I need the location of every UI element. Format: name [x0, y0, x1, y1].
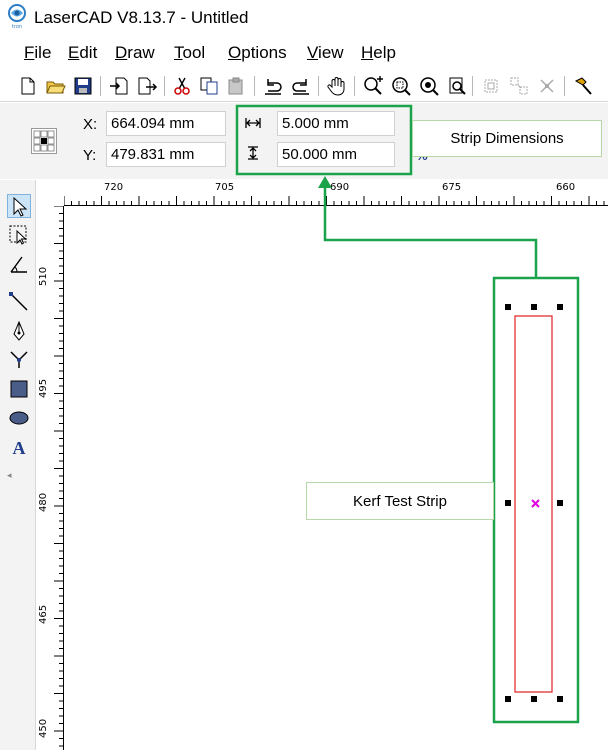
ruler-label-v: 465 — [38, 604, 49, 624]
toolbar-separator — [254, 76, 255, 96]
ruler-label-h: 675 — [442, 182, 462, 193]
ruler-label-v: 480 — [38, 492, 49, 512]
width-field[interactable]: 5.000 mm — [277, 111, 395, 136]
main-toolbar — [0, 70, 608, 102]
group-icon[interactable] — [480, 75, 502, 97]
height-field[interactable]: 50.000 mm — [277, 142, 395, 167]
ruler-label-v: 450 — [38, 718, 49, 738]
y-label: Y: — [83, 147, 97, 164]
toolbar-separator — [472, 76, 473, 96]
save-icon[interactable] — [72, 75, 94, 97]
toolbar-separator — [354, 76, 355, 96]
text-tool-icon[interactable]: A — [7, 435, 31, 459]
copy-icon[interactable] — [198, 75, 220, 97]
title-bar: tron LaserCAD V8.13.7 - Untitled — [0, 0, 608, 36]
strip-dimensions-callout: Strip Dimensions — [412, 120, 602, 157]
cut-icon[interactable] — [171, 75, 193, 97]
node-select-icon[interactable] — [7, 223, 31, 247]
ungroup-icon[interactable] — [508, 75, 530, 97]
import-icon[interactable] — [108, 75, 130, 97]
ruler-label-v: 495 — [38, 378, 49, 398]
menu-edit[interactable]: Edit — [68, 43, 97, 63]
menu-bar: File Edit Draw Tool Options View Help — [0, 40, 608, 66]
select-arrow-icon[interactable] — [7, 194, 31, 218]
reference-grid-icon — [33, 130, 55, 152]
toolbar-separator — [564, 76, 565, 96]
expand-arrow-icon[interactable]: ◂ — [7, 470, 12, 481]
drawing-toolbox: A ◂ — [0, 180, 36, 750]
ellipse-tool-icon[interactable] — [7, 406, 31, 430]
polyline-tool-icon[interactable] — [7, 348, 31, 372]
undo-icon[interactable] — [262, 75, 284, 97]
svg-text:A: A — [13, 438, 26, 458]
window-title: LaserCAD V8.13.7 - Untitled — [34, 8, 249, 27]
zoom-in-icon[interactable] — [362, 75, 384, 97]
toolbar-separator — [164, 76, 165, 96]
paste-icon[interactable] — [225, 75, 247, 97]
height-arrow-icon — [248, 146, 258, 160]
angle-tool-icon[interactable] — [7, 252, 31, 276]
zoom-page-icon[interactable] — [446, 75, 468, 97]
y-position-field[interactable]: 479.831 mm — [106, 142, 226, 167]
zoom-all-icon[interactable] — [418, 75, 440, 97]
delete-node-icon[interactable] — [536, 75, 558, 97]
menu-tool[interactable]: Tool — [174, 43, 205, 63]
svg-text:tron: tron — [12, 24, 22, 29]
open-folder-icon[interactable] — [44, 75, 66, 97]
width-arrow-icon — [245, 118, 261, 128]
kerf-test-strip-callout: Kerf Test Strip — [306, 482, 494, 520]
toolbar-separator — [318, 76, 319, 96]
menu-draw[interactable]: Draw — [115, 43, 155, 63]
settings-hammer-icon[interactable] — [572, 75, 594, 97]
lasercad-logo-icon: tron — [8, 4, 26, 29]
menu-view[interactable]: View — [307, 43, 344, 63]
pen-tool-icon[interactable] — [7, 319, 31, 343]
vertical-ruler — [36, 205, 64, 750]
ruler-label-h: 705 — [215, 182, 235, 193]
zoom-window-icon[interactable] — [390, 75, 412, 97]
rectangle-tool-icon[interactable] — [7, 377, 31, 401]
menu-file[interactable]: File — [24, 43, 51, 63]
export-icon[interactable] — [136, 75, 158, 97]
new-file-icon[interactable] — [17, 75, 39, 97]
toolbar-separator — [100, 76, 101, 96]
ruler-label-v: 510 — [38, 266, 49, 286]
ruler-label-h: 660 — [556, 182, 576, 193]
x-position-field[interactable]: 664.094 mm — [106, 111, 226, 136]
menu-help[interactable]: Help — [361, 43, 396, 63]
drawing-canvas[interactable] — [36, 180, 608, 750]
ruler-corner — [36, 180, 64, 206]
pan-hand-icon[interactable] — [326, 75, 348, 97]
line-tool-icon[interactable] — [7, 290, 31, 314]
redo-icon[interactable] — [290, 75, 312, 97]
vertical-ruler-ticks — [54, 205, 64, 747]
reference-point-selector[interactable] — [31, 128, 57, 154]
x-label: X: — [83, 116, 98, 133]
menu-options[interactable]: Options — [228, 43, 287, 63]
ruler-label-h: 690 — [330, 182, 350, 193]
ruler-label-h: 720 — [104, 182, 124, 193]
